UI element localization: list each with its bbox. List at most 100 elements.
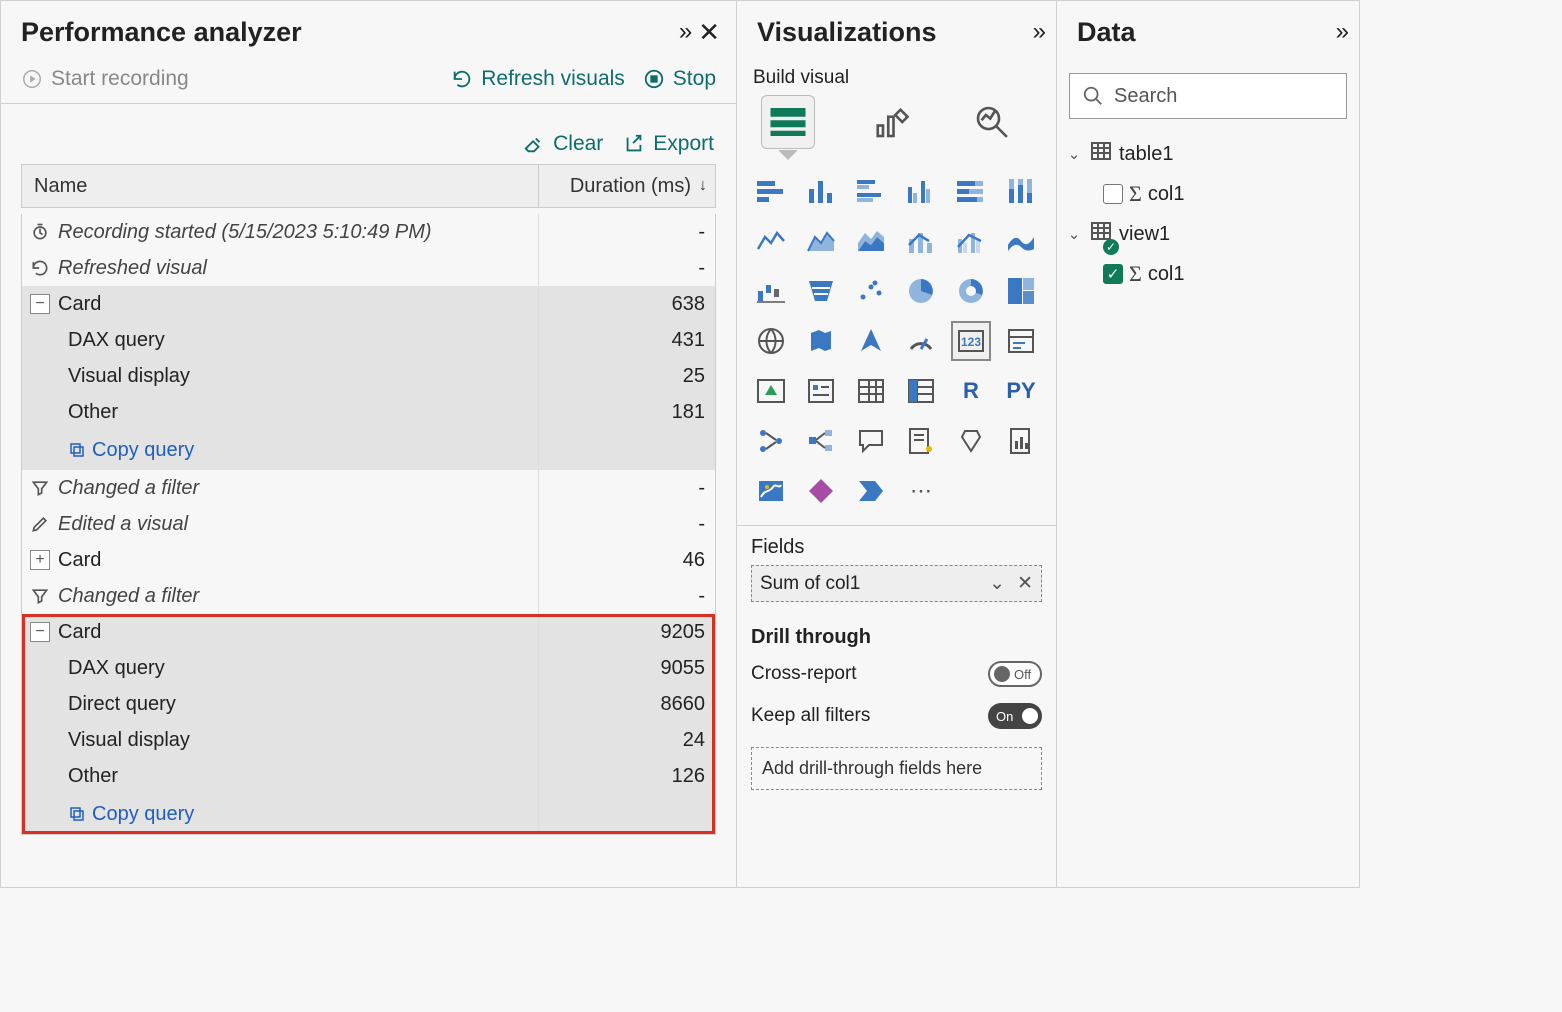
viz-azure-map-icon[interactable] (851, 321, 891, 361)
table-row[interactable]: Visual display 25 (22, 358, 715, 394)
table-row[interactable]: Direct query 8660 (22, 686, 715, 722)
col-duration-header[interactable]: Duration (ms) ↓ (539, 165, 715, 207)
format-visual-tab[interactable] (863, 95, 917, 149)
table-row[interactable]: −Card 9205 (22, 614, 715, 650)
viz-stacked-column-icon[interactable] (801, 171, 841, 211)
viz-more-icon[interactable]: ⋯ (901, 471, 941, 511)
table-row[interactable]: Changed a filter - (22, 470, 715, 506)
checkbox-unchecked[interactable] (1103, 184, 1123, 204)
viz-slicer-icon[interactable] (801, 371, 841, 411)
viz-treemap-icon[interactable] (1001, 271, 1041, 311)
table-row[interactable]: +Card 46 (22, 542, 715, 578)
viz-key-influencers-icon[interactable] (751, 421, 791, 461)
build-visual-tab[interactable] (761, 95, 815, 149)
viz-power-apps-icon[interactable] (801, 471, 841, 511)
view-icon (1089, 219, 1113, 249)
table-row[interactable]: Visual display 24 (22, 722, 715, 758)
collapse-icon[interactable]: » (1336, 18, 1343, 46)
copy-query-row[interactable]: Copy query (22, 430, 715, 470)
expand-toggle-icon[interactable]: + (30, 550, 50, 570)
table-row[interactable]: DAX query 9055 (22, 650, 715, 686)
table-row[interactable]: Changed a filter - (22, 578, 715, 614)
viz-python-icon[interactable]: PY (1001, 371, 1041, 411)
collapse-toggle-icon[interactable]: − (30, 622, 50, 642)
export-button[interactable]: Export (623, 132, 714, 156)
search-placeholder: Search (1114, 85, 1177, 108)
cross-report-toggle[interactable]: Off (988, 661, 1042, 687)
analytics-tab[interactable] (965, 95, 1019, 149)
sort-desc-icon[interactable]: ↓ (699, 177, 707, 195)
viz-map-icon[interactable] (751, 321, 791, 361)
viz-smart-narrative-icon[interactable] (901, 421, 941, 461)
viz-paginated-report-icon[interactable] (1001, 421, 1041, 461)
table-row[interactable]: Other 181 (22, 394, 715, 430)
clear-button[interactable]: Clear (523, 132, 603, 156)
table-row[interactable]: −Card 638 (22, 286, 715, 322)
tree-table1-col1[interactable]: Σ col1 (1061, 175, 1355, 213)
close-icon[interactable]: ✕ (698, 17, 720, 48)
refresh-visuals-button[interactable]: Refresh visuals (451, 67, 625, 91)
viz-kpi-icon[interactable] (751, 371, 791, 411)
collapse-icon[interactable]: » (679, 18, 686, 46)
viz-r-script-icon[interactable]: R (951, 371, 991, 411)
stop-button[interactable]: Stop (643, 67, 716, 91)
viz-pie-icon[interactable] (901, 271, 941, 311)
copy-query-row[interactable]: Copy query (22, 794, 715, 834)
viz-100-stacked-bar-icon[interactable] (951, 171, 991, 211)
perf-title: Performance analyzer (21, 17, 302, 48)
collapse-icon[interactable]: » (1033, 18, 1040, 46)
copy-query-button[interactable]: Copy query (22, 430, 539, 470)
checkbox-checked[interactable]: ✓ (1103, 264, 1123, 284)
keep-filters-label: Keep all filters (751, 705, 870, 727)
viz-stacked-area-icon[interactable] (851, 221, 891, 261)
chevron-down-icon[interactable]: ⌄ (989, 572, 1005, 595)
viz-scatter-icon[interactable] (851, 271, 891, 311)
tree-view1-col1[interactable]: ✓ Σ col1 (1061, 255, 1355, 293)
viz-clustered-column-icon[interactable] (901, 171, 941, 211)
viz-decomposition-tree-icon[interactable] (801, 421, 841, 461)
viz-waterfall-icon[interactable] (751, 271, 791, 311)
remove-field-icon[interactable]: ✕ (1017, 572, 1033, 595)
field-pill[interactable]: Sum of col1 ⌄ ✕ (751, 565, 1042, 602)
viz-table-icon[interactable] (851, 371, 891, 411)
drill-through-label: Drill through (737, 608, 1056, 653)
table-row[interactable]: Other 126 (22, 758, 715, 794)
collapse-toggle-icon[interactable]: − (30, 294, 50, 314)
table-row[interactable]: DAX query 431 (22, 322, 715, 358)
tree-label: col1 (1148, 263, 1185, 286)
chevron-down-icon[interactable]: ⌄ (1065, 145, 1083, 163)
viz-multi-row-card-icon[interactable] (1001, 321, 1041, 361)
table-row[interactable]: Edited a visual - (22, 506, 715, 542)
viz-metrics-icon[interactable] (951, 421, 991, 461)
viz-area-icon[interactable] (801, 221, 841, 261)
viz-funnel-icon[interactable] (801, 271, 841, 311)
viz-100-stacked-column-icon[interactable] (1001, 171, 1041, 211)
viz-stacked-bar-icon[interactable] (751, 171, 791, 211)
search-input[interactable]: Search (1069, 73, 1347, 119)
viz-matrix-icon[interactable] (901, 371, 941, 411)
viz-line-icon[interactable] (751, 221, 791, 261)
viz-gauge-icon[interactable] (901, 321, 941, 361)
viz-arcgis-icon[interactable] (751, 471, 791, 511)
viz-ribbon-icon[interactable] (1001, 221, 1041, 261)
viz-donut-icon[interactable] (951, 271, 991, 311)
viz-line-clustered-column-icon[interactable] (951, 221, 991, 261)
cross-report-row: Cross-report Off (737, 653, 1056, 695)
viz-filled-map-icon[interactable] (801, 321, 841, 361)
viz-line-stacked-column-icon[interactable] (901, 221, 941, 261)
viz-card-icon[interactable]: 123 (951, 321, 991, 361)
table-row[interactable]: Recording started (5/15/2023 5:10:49 PM)… (22, 214, 715, 250)
col-name-header[interactable]: Name (22, 165, 539, 207)
table-row[interactable]: Refreshed visual - (22, 250, 715, 286)
viz-qa-icon[interactable] (851, 421, 891, 461)
copy-query-button[interactable]: Copy query (22, 794, 539, 834)
keep-filters-toggle[interactable]: On (988, 703, 1042, 729)
viz-power-automate-icon[interactable] (851, 471, 891, 511)
tree-table1[interactable]: ⌄ table1 (1061, 133, 1355, 175)
drill-through-dropzone[interactable]: Add drill-through fields here (751, 747, 1042, 790)
viz-clustered-bar-icon[interactable] (851, 171, 891, 211)
tree-view1[interactable]: ⌄ view1 (1061, 213, 1355, 255)
build-visual-label: Build visual (737, 63, 1056, 89)
data-panel: Data » Search ⌄ table1 Σ col1 ⌄ view1 ✓ … (1057, 0, 1360, 888)
chevron-down-icon[interactable]: ⌄ (1065, 225, 1083, 243)
